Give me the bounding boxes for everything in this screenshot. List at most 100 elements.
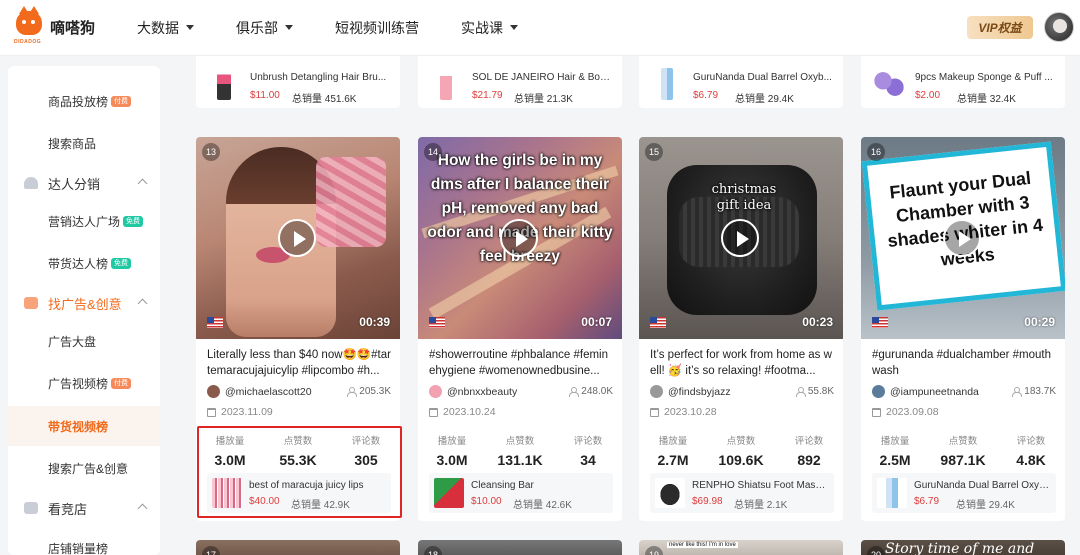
author-row[interactable]: @michaelascott20 205.3K xyxy=(207,385,391,398)
free-badge: 免费 xyxy=(123,215,144,227)
dog-logo-icon: DIDADOG xyxy=(14,5,44,45)
caret-down-icon xyxy=(285,25,293,30)
video-thumbnail[interactable]: How the girls be in my dms after I balan… xyxy=(418,137,622,339)
chevron-up-icon xyxy=(137,298,148,309)
video-duration: 00:23 xyxy=(802,315,833,329)
publish-date: 2023.10.24 xyxy=(429,406,496,418)
sidebar-item-creator-square[interactable]: 营销达人广场 免费 xyxy=(8,201,160,241)
logo-text: 嘀嗒狗 xyxy=(50,20,96,37)
video-title[interactable]: Literally less than $40 now🤩🤩#tartemarac… xyxy=(207,347,391,379)
top-header: DIDADOG 嘀嗒狗 大数据 俱乐部 短视频训练营 实战课 VIP权益 xyxy=(0,0,1080,56)
nav-club[interactable]: 俱乐部 xyxy=(236,18,293,38)
vip-benefits-button[interactable]: VIP权益 xyxy=(967,16,1033,39)
product-row[interactable]: Cleansing Bar $10.00 总销量 42.6K xyxy=(429,473,613,513)
video-thumbnail[interactable]: Flaunt your Dual Chamber with 3 shades w… xyxy=(861,137,1065,339)
likes-value: 987.1K xyxy=(940,452,986,468)
product-row[interactable]: RENPHO Shiatsu Foot Massa... $69.98 总销量 … xyxy=(650,473,834,513)
rank-index: 17 xyxy=(202,546,220,555)
stats-row: 播放量 2.5M 点赞数 987.1K 评论数 4.8K xyxy=(861,433,1065,468)
sidebar-item-ad-overview[interactable]: 广告大盘 xyxy=(8,321,160,361)
calendar-icon xyxy=(650,407,659,417)
play-icon[interactable] xyxy=(278,219,316,257)
calendar-icon xyxy=(872,407,881,417)
nav-short-video-camp[interactable]: 短视频训练营 xyxy=(335,18,419,38)
author-avatar xyxy=(872,385,885,398)
sidebar-item-search-ads[interactable]: 搜索广告&创意 xyxy=(8,448,160,488)
sidebar-item-sales-video-rank[interactable]: 带货视频榜 xyxy=(8,406,160,446)
comments-value: 892 xyxy=(797,452,821,468)
plays-value: 3.0M xyxy=(214,452,246,468)
store-icon xyxy=(24,502,38,514)
nav-practical-course[interactable]: 实战课 xyxy=(461,18,518,38)
product-row[interactable]: GuruNanda Dual Barrel Oxyb... $6.79 总销量 … xyxy=(872,473,1056,513)
publish-date: 2023.11.09 xyxy=(207,406,273,418)
author-row[interactable]: @findsbyjazz 55.8K xyxy=(650,385,834,398)
stats-row: 播放量 2.7M 点赞数 109.6K 评论数 892 xyxy=(639,433,843,468)
video-overlay-text: Story time of me and xyxy=(885,541,1035,555)
rank-index: 15 xyxy=(645,143,663,161)
video-overlay-text: never like this! I'm in love xyxy=(667,542,738,548)
publish-date: 2023.09.08 xyxy=(872,406,939,418)
plays-value: 2.7M xyxy=(657,452,689,468)
logo[interactable]: DIDADOG 嘀嗒狗 xyxy=(14,5,124,45)
us-flag-icon xyxy=(429,317,445,328)
chevron-up-icon xyxy=(137,178,148,189)
video-title[interactable]: #showerroutine #phbalance #feminehygiene… xyxy=(429,347,613,379)
plays-value: 2.5M xyxy=(879,452,911,468)
video-card[interactable]: christmas gift idea 15 00:23 It’s perfec… xyxy=(639,137,843,521)
video-card[interactable]: Flaunt your Dual Chamber with 3 shades w… xyxy=(861,137,1065,521)
sidebar-group-creator-distribution[interactable]: 达人分销 xyxy=(8,163,160,203)
plays-value: 3.0M xyxy=(436,452,468,468)
play-icon[interactable] xyxy=(500,219,538,257)
author-row[interactable]: @iampuneetnanda 183.7K xyxy=(872,385,1056,398)
author-row[interactable]: @nbnxxbeauty 248.0K xyxy=(429,385,613,398)
paid-badge: 付费 xyxy=(111,377,132,389)
rank-index: 19 xyxy=(645,546,663,555)
stats-row: 播放量 3.0M 点赞数 55.3K 评论数 305 xyxy=(196,433,400,468)
comments-value: 4.8K xyxy=(1016,452,1046,468)
rank-index: 18 xyxy=(424,546,442,555)
video-card-partial[interactable]: 18 xyxy=(418,540,622,555)
product-row[interactable]: SOL DE JANEIRO Hair & Body... $21.79 总销量… xyxy=(431,66,615,106)
person-icon xyxy=(24,177,38,189)
sidebar-group-competitor-stores[interactable]: 看竞店 xyxy=(8,488,160,528)
likes-value: 109.6K xyxy=(718,452,764,468)
ad-icon xyxy=(24,297,38,309)
product-row[interactable]: 9pcs Makeup Sponge & Puff ... $2.00 总销量 … xyxy=(874,66,1058,106)
video-duration: 00:07 xyxy=(581,315,612,329)
cleansing-bar-image xyxy=(434,478,464,508)
sidebar: 商品投放榜 付费 搜索商品 达人分销 营销达人广场 免费 带货达人榜 免费 找广告&创… xyxy=(8,66,160,555)
video-card-partial[interactable]: 19 never like this! I'm in love xyxy=(639,540,843,555)
main-nav: 大数据 俱乐部 短视频训练营 实战课 xyxy=(137,18,560,38)
video-thumbnail[interactable]: 13 00:39 xyxy=(196,137,400,339)
sidebar-item-ad-video-rank[interactable]: 广告视频榜 付费 xyxy=(8,363,160,403)
sidebar-item-creator-rank[interactable]: 带货达人榜 免费 xyxy=(8,243,160,283)
user-avatar[interactable] xyxy=(1044,12,1074,42)
sidebar-group-find-ads[interactable]: 找广告&创意 xyxy=(8,283,160,323)
video-grid: Unbrush Detangling Hair Bru... $11.00 总销… xyxy=(176,56,1080,555)
play-icon[interactable] xyxy=(721,219,759,257)
video-thumbnail[interactable]: christmas gift idea 15 00:23 xyxy=(639,137,843,339)
video-title[interactable]: It’s perfect for work from home as well!… xyxy=(650,347,834,379)
video-card[interactable]: 13 00:39 Literally less than $40 now🤩🤩#t… xyxy=(196,137,400,521)
sidebar-item-search-product[interactable]: 搜索商品 xyxy=(8,123,160,163)
followers-icon xyxy=(569,387,580,397)
sidebar-item-product-ad-rank[interactable]: 商品投放榜 付费 xyxy=(8,81,160,121)
us-flag-icon xyxy=(650,317,666,328)
foot-massager-image xyxy=(655,478,685,508)
video-title[interactable]: #gurunanda #dualchamber #mouthwash xyxy=(872,347,1056,379)
video-card-partial[interactable]: 20 Story time of me and xyxy=(861,540,1065,555)
product-row[interactable]: Unbrush Detangling Hair Bru... $11.00 总销… xyxy=(209,66,393,106)
video-card-partial[interactable]: 17 xyxy=(196,540,400,555)
hair-brush-image xyxy=(217,68,231,100)
calendar-icon xyxy=(429,407,438,417)
stats-row: 播放量 3.0M 点赞数 131.1K 评论数 34 xyxy=(418,433,622,468)
publish-date: 2023.10.28 xyxy=(650,406,717,418)
video-card[interactable]: How the girls be in my dms after I balan… xyxy=(418,137,622,521)
product-row[interactable]: best of maracuja juicy lips $40.00 总销量 4… xyxy=(207,473,391,513)
sidebar-item-store-sales-rank[interactable]: 店铺销量榜 xyxy=(8,528,160,555)
lip-kit-image xyxy=(212,478,242,508)
nav-big-data[interactable]: 大数据 xyxy=(137,18,194,38)
product-row[interactable]: GuruNanda Dual Barrel Oxyb... $6.79 总销量 … xyxy=(652,66,836,106)
play-icon[interactable] xyxy=(943,219,981,257)
